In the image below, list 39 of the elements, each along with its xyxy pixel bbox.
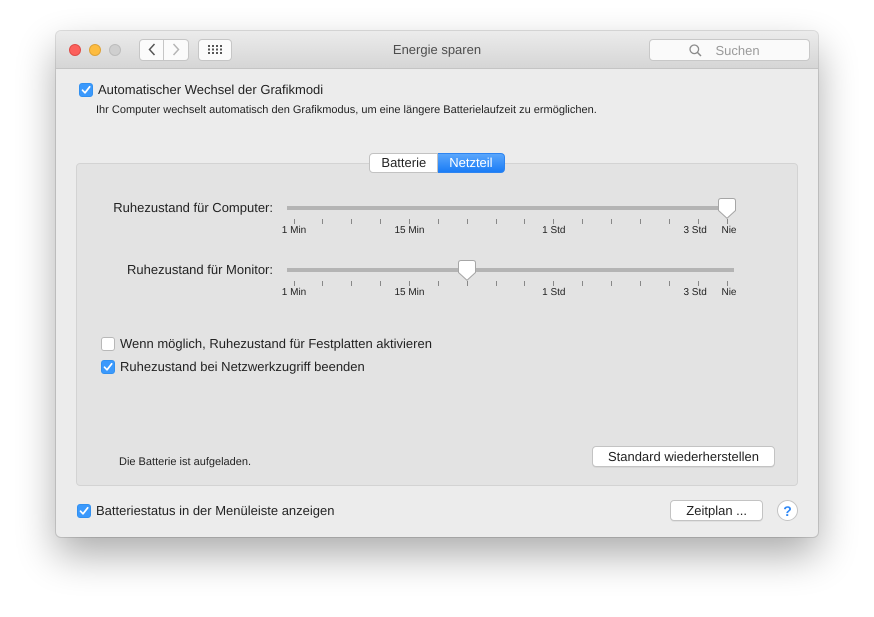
chevron-right-icon (172, 43, 180, 56)
checkbox[interactable] (101, 360, 115, 374)
slider-thumb[interactable] (458, 260, 476, 281)
checkbox-option[interactable]: Batteriestatus in der Menüleiste anzeigen (77, 502, 670, 520)
slider-thumb[interactable] (718, 198, 736, 219)
tab[interactable]: Batterie (369, 153, 438, 173)
tick-label: Nie (722, 287, 736, 299)
checkbox[interactable] (79, 83, 93, 97)
grid-icon (208, 45, 222, 54)
help-button[interactable]: ? (777, 500, 798, 521)
tick-label: 3 Std (683, 225, 707, 237)
checkbox-option[interactable]: Automatischer Wechsel der Grafikmodi (79, 81, 798, 99)
tick-label: 15 Min (394, 225, 424, 237)
restore-defaults-button[interactable]: Standard wiederherstellen (592, 446, 775, 467)
schedule-button[interactable]: Zeitplan ... (670, 500, 763, 521)
tick-label: 1 Std (542, 225, 566, 237)
search-icon (689, 44, 702, 57)
checkbox-option[interactable]: Wenn möglich, Ruhezustand für Festplatten aktivieren (101, 335, 797, 353)
slider-label: Ruhezustand für Computer: (112, 199, 273, 217)
close-button[interactable] (69, 44, 81, 56)
status-text: Die Batterie ist aufgeladen. (119, 455, 252, 469)
checkbox-option[interactable]: Ruhezustand bei Netzwerkzugriff beenden (101, 358, 797, 376)
tick-label: 1 Min (282, 287, 306, 299)
tick-label: 15 Min (394, 287, 424, 299)
zoom-button[interactable] (109, 44, 121, 56)
window-title: Energie sparen (392, 42, 482, 57)
tick-label: Nie (722, 225, 736, 237)
description-text: Ihr Computer wechselt automatisch den Grafikmodus, um eine längere Batterielaufzeit zu ermöglichen. (96, 103, 598, 117)
tick-label: 3 Std (683, 287, 707, 299)
slider-label: Ruhezustand für Monitor: (126, 261, 273, 279)
back-button[interactable] (139, 38, 164, 60)
show-all-button[interactable] (198, 38, 232, 60)
tick-label: 1 Std (542, 287, 566, 299)
minimize-button[interactable] (89, 44, 101, 56)
chevron-left-icon (148, 43, 156, 56)
checkbox[interactable] (77, 504, 91, 518)
checkbox[interactable] (101, 337, 115, 351)
tick-label: 1 Min (282, 225, 306, 237)
search-field[interactable]: Suchen (649, 39, 810, 61)
